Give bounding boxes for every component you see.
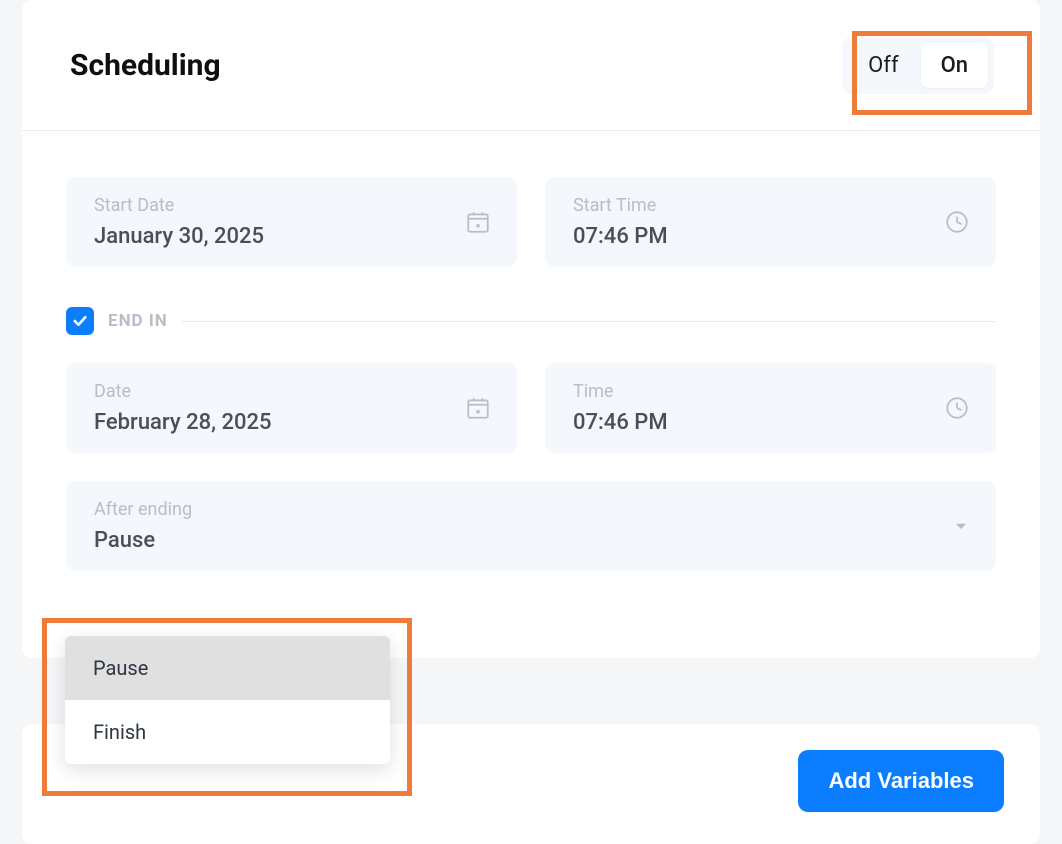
scheduling-toggle[interactable]: Off On [842, 37, 994, 94]
after-ending-text: After ending Pause [94, 499, 952, 553]
end-date-text: Date February 28, 2025 [94, 381, 465, 435]
end-date-field[interactable]: Date February 28, 2025 [66, 363, 517, 453]
start-date-text: Start Date January 30, 2025 [94, 195, 465, 249]
check-icon [71, 312, 89, 330]
end-date-value: February 28, 2025 [94, 410, 465, 435]
end-row: Date February 28, 2025 Time 07:46 [66, 363, 996, 453]
add-variables-button[interactable]: Add Variables [798, 750, 1004, 812]
after-ending-dropdown: Pause Finish [65, 636, 390, 764]
calendar-icon [465, 209, 491, 235]
start-time-field[interactable]: Start Time 07:46 PM [545, 177, 996, 267]
start-date-label: Start Date [94, 195, 465, 216]
clock-icon [944, 209, 970, 235]
clock-icon [944, 395, 970, 421]
calendar-icon [465, 395, 491, 421]
end-time-field[interactable]: Time 07:46 PM [545, 363, 996, 453]
after-ending-value: Pause [94, 528, 952, 553]
panel-title: Scheduling [70, 48, 221, 83]
end-date-label: Date [94, 381, 465, 402]
panel-header: Scheduling Off On [22, 0, 1040, 131]
start-time-text: Start Time 07:46 PM [573, 195, 944, 249]
start-time-label: Start Time [573, 195, 944, 216]
panel-body: Start Date January 30, 2025 Start Time [22, 131, 1040, 571]
dropdown-option-finish[interactable]: Finish [65, 700, 390, 764]
start-date-field[interactable]: Start Date January 30, 2025 [66, 177, 517, 267]
start-date-value: January 30, 2025 [94, 224, 465, 249]
after-ending-select[interactable]: After ending Pause [66, 481, 996, 571]
toggle-off[interactable]: Off [848, 43, 918, 88]
chevron-down-icon [952, 517, 970, 535]
end-time-text: Time 07:46 PM [573, 381, 944, 435]
end-in-label: END IN [108, 311, 168, 331]
end-time-label: Time [573, 381, 944, 402]
scheduling-panel: Scheduling Off On Start Date January 30,… [22, 0, 1040, 658]
toggle-on[interactable]: On [921, 43, 988, 88]
end-time-value: 07:46 PM [573, 410, 944, 435]
dropdown-option-pause[interactable]: Pause [65, 636, 390, 700]
divider-line [182, 321, 996, 322]
after-ending-label: After ending [94, 499, 952, 520]
start-time-value: 07:46 PM [573, 224, 944, 249]
end-in-checkbox[interactable] [66, 307, 94, 335]
start-row: Start Date January 30, 2025 Start Time [66, 177, 996, 267]
end-in-section: END IN [66, 307, 996, 335]
